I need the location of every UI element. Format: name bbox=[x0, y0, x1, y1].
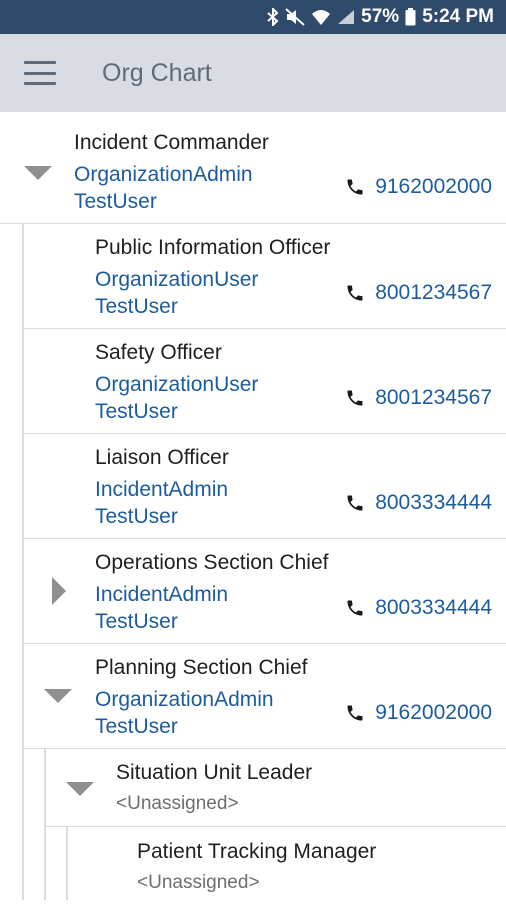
phone-number: 8003334444 bbox=[375, 596, 492, 619]
assignee-name[interactable]: OrganizationAdmin bbox=[95, 688, 274, 712]
indent-guide bbox=[66, 827, 68, 900]
list-item[interactable]: Situation Unit Leader <Unassigned> bbox=[44, 749, 506, 827]
position-title: Incident Commander bbox=[74, 131, 269, 154]
phone-number: 8001234567 bbox=[375, 281, 492, 304]
position-title: Operations Section Chief bbox=[95, 551, 329, 574]
phone-link[interactable]: 8003334444 bbox=[345, 596, 492, 620]
position-title: Situation Unit Leader bbox=[116, 761, 313, 784]
page-title: Org Chart bbox=[102, 58, 212, 87]
assignee-name-second-line[interactable]: TestUser bbox=[74, 190, 157, 214]
list-item[interactable]: Safety Officer OrganizationUser TestUser… bbox=[22, 329, 506, 434]
list-item[interactable]: Liaison Officer IncidentAdmin TestUser 8… bbox=[22, 434, 506, 539]
phone-link[interactable]: 8001234567 bbox=[345, 281, 492, 305]
position-title: Planning Section Chief bbox=[95, 656, 308, 679]
expand-down-icon[interactable] bbox=[44, 689, 72, 703]
assignee-name[interactable]: IncidentAdmin bbox=[95, 478, 228, 502]
assignee-name-second-line[interactable]: TestUser bbox=[95, 295, 178, 319]
assignee-name-second-line[interactable]: TestUser bbox=[95, 715, 178, 739]
assignee-name-second-line[interactable]: TestUser bbox=[95, 610, 178, 634]
position-title: Liaison Officer bbox=[95, 446, 229, 469]
position-title: Safety Officer bbox=[95, 341, 222, 364]
unassigned-label: <Unassigned> bbox=[137, 872, 260, 893]
phone-link[interactable]: 9162002000 bbox=[345, 175, 492, 199]
position-title: Patient Tracking Manager bbox=[137, 840, 377, 863]
phone-number: 8003334444 bbox=[375, 491, 492, 514]
phone-number: 8001234567 bbox=[375, 386, 492, 409]
assignee-name[interactable]: OrganizationUser bbox=[95, 268, 258, 292]
expand-right-icon[interactable] bbox=[52, 577, 66, 605]
list-item[interactable]: Patient Tracking Manager <Unassigned> bbox=[66, 827, 506, 905]
phone-link[interactable]: 8001234567 bbox=[345, 386, 492, 410]
wifi-icon bbox=[311, 9, 331, 25]
assignee-name[interactable]: IncidentAdmin bbox=[95, 583, 228, 607]
assignee-name[interactable]: OrganizationUser bbox=[95, 373, 258, 397]
battery-percent: 57% bbox=[361, 6, 400, 27]
phone-link[interactable]: 8003334444 bbox=[345, 491, 492, 515]
position-title: Public Information Officer bbox=[95, 236, 331, 259]
list-item[interactable]: Public Information Officer OrganizationU… bbox=[22, 224, 506, 329]
battery-icon bbox=[405, 8, 416, 26]
assignee-name[interactable]: OrganizationAdmin bbox=[74, 163, 253, 187]
unassigned-label: <Unassigned> bbox=[116, 793, 239, 814]
assignee-name-second-line[interactable]: TestUser bbox=[95, 400, 178, 424]
bluetooth-icon bbox=[267, 8, 279, 26]
list-item[interactable]: Operations Section Chief IncidentAdmin T… bbox=[22, 539, 506, 644]
list-item[interactable]: Incident Commander OrganizationAdmin Tes… bbox=[0, 112, 506, 224]
expand-down-icon[interactable] bbox=[66, 782, 94, 796]
indent-guide bbox=[44, 749, 46, 900]
expand-down-icon[interactable] bbox=[24, 166, 52, 180]
status-bar: 57% 5:24 PM bbox=[0, 0, 506, 34]
phone-icon bbox=[347, 705, 363, 721]
phone-number: 9162002000 bbox=[375, 701, 492, 724]
phone-icon bbox=[347, 495, 363, 511]
signal-icon bbox=[337, 9, 355, 25]
hamburger-menu-icon[interactable] bbox=[24, 61, 56, 85]
phone-link[interactable]: 9162002000 bbox=[345, 701, 492, 725]
phone-icon bbox=[347, 285, 363, 301]
assignee-name-second-line[interactable]: TestUser bbox=[95, 505, 178, 529]
phone-icon bbox=[347, 600, 363, 616]
list-item[interactable]: Planning Section Chief OrganizationAdmin… bbox=[22, 644, 506, 749]
mute-icon bbox=[285, 8, 305, 26]
phone-icon bbox=[347, 179, 363, 195]
indent-guide bbox=[22, 224, 24, 900]
phone-number: 9162002000 bbox=[375, 175, 492, 198]
phone-icon bbox=[347, 390, 363, 406]
clock: 5:24 PM bbox=[422, 6, 494, 27]
app-bar: Org Chart bbox=[0, 34, 506, 112]
